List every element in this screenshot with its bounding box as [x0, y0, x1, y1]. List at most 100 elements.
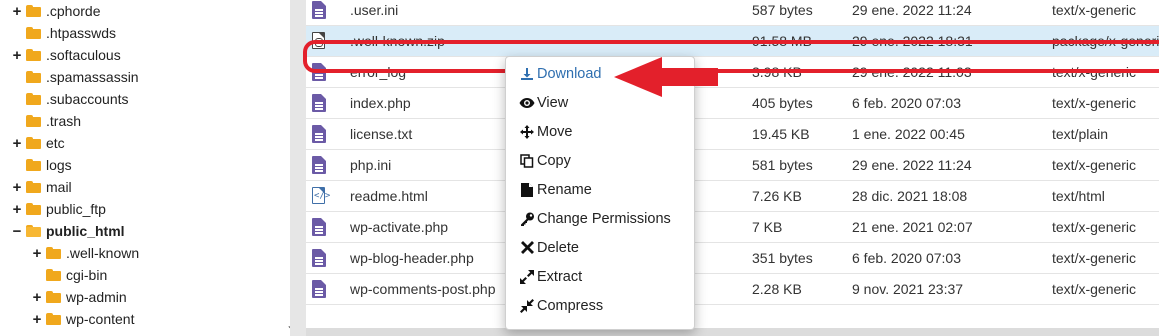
- menu-item-copy[interactable]: Copy: [506, 146, 694, 175]
- tree-item-label: .trash: [46, 113, 82, 129]
- menu-item-extract[interactable]: Extract: [506, 262, 694, 291]
- tree-item-label: .softaculous: [46, 47, 121, 63]
- file-date: 1 ene. 2022 00:45: [852, 126, 965, 142]
- folder-icon: [26, 137, 43, 149]
- tree-item-label: logs: [46, 157, 72, 173]
- key-icon: [518, 212, 536, 226]
- text-file-icon: [312, 125, 326, 143]
- folder-icon: [46, 291, 63, 303]
- table-row[interactable]: php.ini 581 bytes 29 ene. 2022 11:24 text/x…: [306, 150, 1159, 181]
- table-row[interactable]: wp-comments-post.php 2.28 KB 9 nov. 2021 2…: [306, 274, 1159, 305]
- menu-item-move[interactable]: Move: [506, 117, 694, 146]
- file-date: 28 dic. 2021 18:08: [852, 188, 968, 204]
- file-type: text/x-generic: [1052, 157, 1137, 173]
- folder-icon: [26, 225, 43, 237]
- tree-item[interactable]: .htpasswds: [11, 22, 116, 44]
- menu-item-compress[interactable]: Compress: [506, 291, 694, 320]
- expand-icon[interactable]: +: [11, 201, 23, 218]
- table-row[interactable]: wp-activate.php 7 KB 21 ene. 2021 02:07 tex…: [306, 212, 1159, 243]
- text-file-icon: [312, 280, 326, 298]
- tree-scrollbar[interactable]: [282, 0, 290, 336]
- menu-item-rename[interactable]: Rename: [506, 175, 694, 204]
- folder-icon: [46, 269, 63, 281]
- menu-item-label: Change Permissions: [537, 210, 671, 227]
- tree-item[interactable]: + mail: [11, 176, 72, 198]
- file-name: wp-activate.php: [350, 219, 449, 235]
- tree-item-label: public_html: [46, 223, 125, 239]
- folder-icon: [26, 159, 43, 171]
- folder-icon: [26, 5, 43, 17]
- tree-item-label: cgi-bin: [66, 267, 108, 283]
- arrow-annotation: [614, 57, 718, 97]
- folder-icon: [26, 27, 43, 39]
- tree-item[interactable]: .subaccounts: [11, 88, 129, 110]
- tree-item-label: wp-admin: [66, 289, 127, 305]
- tree-item[interactable]: .trash: [11, 110, 81, 132]
- menu-item-label: Compress: [537, 297, 604, 314]
- tree-item[interactable]: − public_html: [11, 220, 125, 242]
- menu-item-change-permissions[interactable]: Change Permissions: [506, 204, 694, 233]
- tree-item[interactable]: + public_ftp: [11, 198, 106, 220]
- tree-item[interactable]: .spamassassin: [11, 66, 139, 88]
- file-type: text/html: [1052, 188, 1105, 204]
- table-row[interactable]: wp-blog-header.php 351 bytes 6 feb. 2020 0…: [306, 243, 1159, 274]
- expand-icon[interactable]: +: [31, 311, 43, 328]
- tree-item-label: mail: [46, 179, 72, 195]
- expand-icon[interactable]: +: [31, 289, 43, 306]
- table-row[interactable]: </> readme.html 7.26 KB 28 dic. 2021 18:08 t…: [306, 181, 1159, 212]
- file-type: text/x-generic: [1052, 2, 1137, 18]
- file-name: wp-blog-header.php: [350, 250, 474, 266]
- text-file-icon: [312, 156, 326, 174]
- tree-item[interactable]: + wp-content: [31, 308, 135, 330]
- menu-item-label: Move: [537, 123, 573, 140]
- tree-item[interactable]: + wp-admin: [31, 286, 127, 308]
- menu-item-label: Delete: [537, 239, 579, 256]
- expand-icon[interactable]: +: [11, 179, 23, 196]
- tree-item-label: .cphorde: [46, 3, 101, 19]
- code-file-icon: </>: [312, 187, 330, 204]
- tree-item[interactable]: logs: [11, 154, 72, 176]
- table-row[interactable]: index.php 405 bytes 6 feb. 2020 07:03 text/…: [306, 88, 1159, 119]
- expand-icon[interactable]: +: [11, 47, 23, 64]
- table-row[interactable]: .user.ini 587 bytes 29 ene. 2022 11:24 text…: [306, 0, 1159, 26]
- menu-item-label: Extract: [537, 268, 583, 285]
- tree-item[interactable]: + etc: [11, 132, 65, 154]
- file-date: 29 ene. 2022 11:24: [852, 157, 972, 173]
- file-name: .user.ini: [350, 2, 399, 18]
- highlight-annotation: [303, 40, 1159, 73]
- directory-tree: + .cphorde .htpasswds + .softaculous .spamass…: [0, 0, 290, 336]
- table-row[interactable]: license.txt 19.45 KB 1 ene. 2022 00:45 text…: [306, 119, 1159, 150]
- file-name: wp-comments-post.php: [350, 281, 496, 297]
- text-file-icon: [312, 218, 326, 236]
- horizontal-scrollbar[interactable]: [306, 328, 1159, 336]
- tree-item-label: .well-known: [66, 245, 140, 261]
- menu-item-delete[interactable]: Delete: [506, 233, 694, 262]
- tree-item-label: .subaccounts: [46, 91, 129, 107]
- file-date: 9 nov. 2021 23:37: [852, 281, 964, 297]
- file-date: 6 feb. 2020 07:03: [852, 95, 961, 111]
- collapse-icon[interactable]: −: [11, 223, 23, 240]
- menu-item-label: Download: [537, 65, 602, 82]
- compress-icon: [518, 298, 536, 313]
- file-name: readme.html: [350, 188, 428, 204]
- tree-item[interactable]: + .well-known: [31, 242, 140, 264]
- tree-item[interactable]: + .cphorde: [11, 0, 101, 22]
- menu-item-label: View: [537, 94, 569, 111]
- file-type: text/x-generic: [1052, 281, 1137, 297]
- close-icon: [518, 241, 536, 254]
- tree-item-label: wp-content: [66, 311, 135, 327]
- tree-item[interactable]: cgi-bin: [31, 264, 107, 286]
- file-name: index.php: [350, 95, 411, 111]
- file-date: 6 feb. 2020 07:03: [852, 250, 961, 266]
- file-name: license.txt: [350, 126, 413, 142]
- file-type: text/x-generic: [1052, 250, 1137, 266]
- expand-icon[interactable]: +: [11, 135, 23, 152]
- tree-item-label: .htpasswds: [46, 25, 117, 41]
- text-file-icon: [312, 249, 326, 267]
- expand-icon[interactable]: +: [31, 245, 43, 262]
- tree-item[interactable]: + .softaculous: [11, 44, 121, 66]
- file-type: text/plain: [1052, 126, 1109, 142]
- tree-item-label: etc: [46, 135, 65, 151]
- file-date: 21 ene. 2021 02:07: [852, 219, 973, 235]
- expand-icon[interactable]: +: [11, 3, 23, 20]
